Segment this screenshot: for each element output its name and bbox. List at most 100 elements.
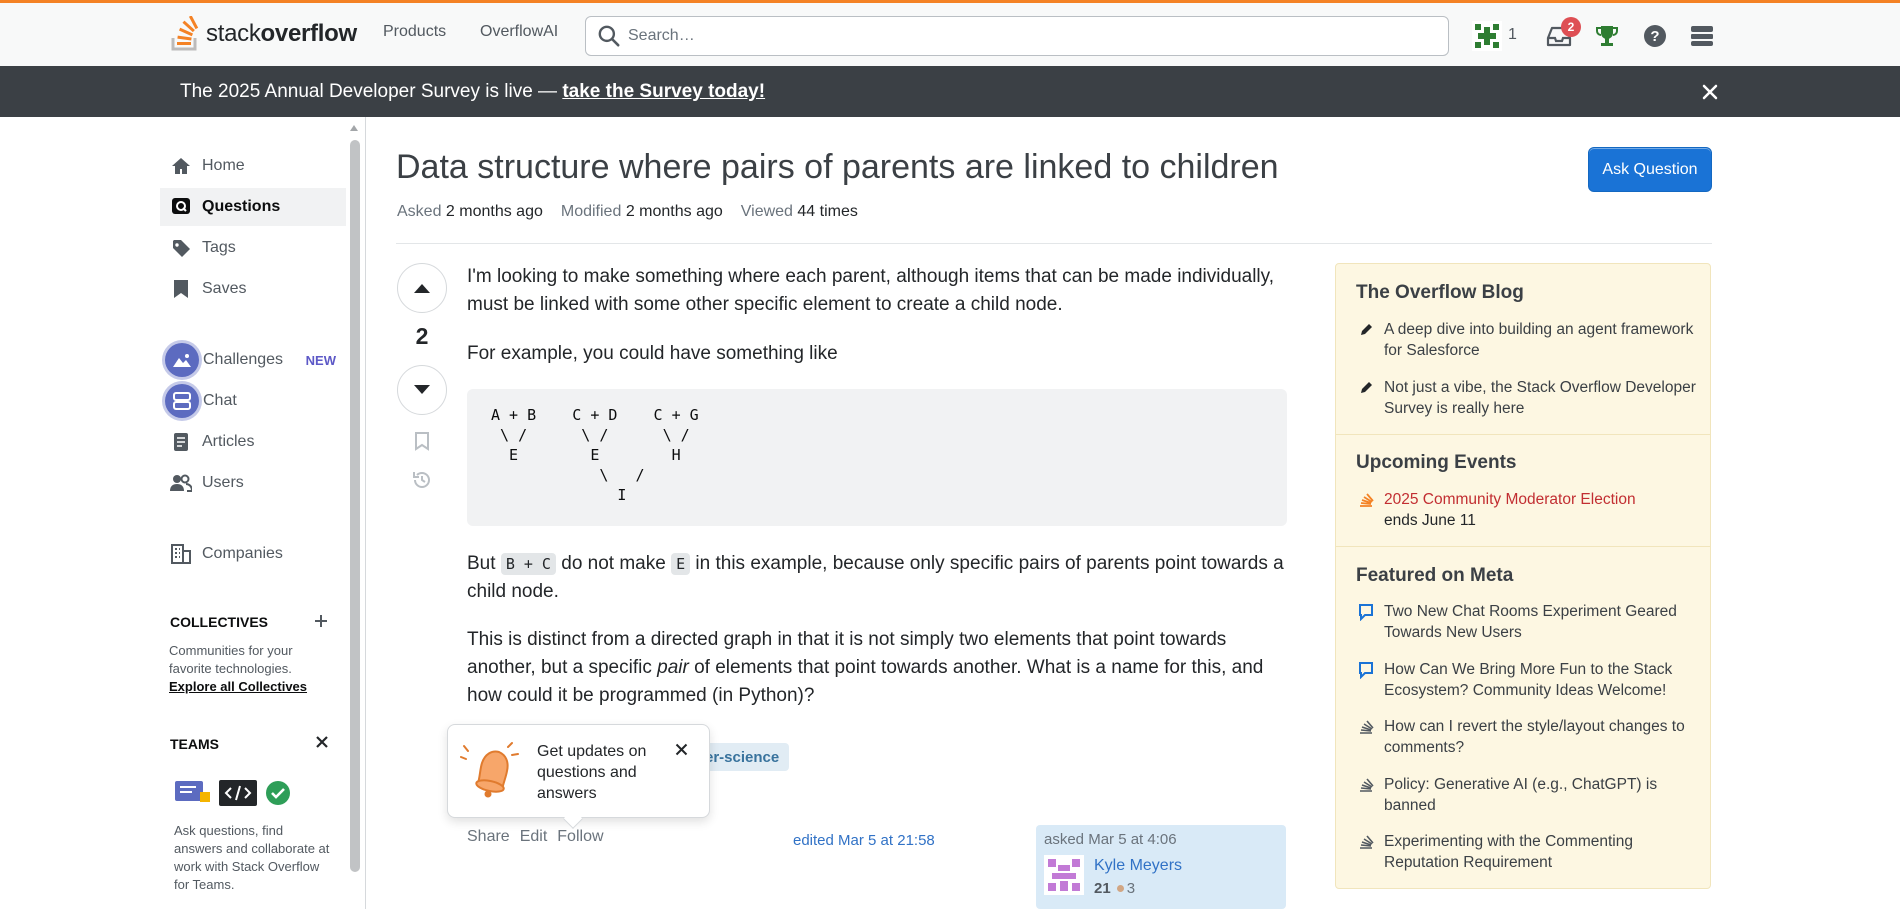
stack-logo-icon [1356, 490, 1376, 510]
downvote-button[interactable] [397, 365, 447, 415]
new-badge: NEW [305, 352, 336, 368]
upvote-button[interactable] [397, 263, 447, 313]
trophy-icon[interactable] [1592, 21, 1622, 51]
questions-icon [170, 196, 192, 218]
nav-articles[interactable]: Articles [160, 423, 346, 461]
meta-item-1-text: Two New Chat Rooms Experiment Geared Tow… [1384, 603, 1677, 641]
reputation-score: 21 [1094, 880, 1111, 897]
meta-item-4[interactable]: Policy: Generative AI (e.g., ChatGPT) is… [1356, 774, 1696, 816]
teams-description: Ask questions, find answers and collabor… [174, 823, 330, 892]
top-bar: stackoverflow Products OverflowAI 1 2 ? [0, 0, 1900, 66]
edited-link[interactable]: edited Mar 5 at 21:58 [793, 832, 935, 849]
meta-chat-icon [1356, 660, 1376, 680]
event-title[interactable]: 2025 Community Moderator Election [1384, 491, 1636, 508]
ask-question-button[interactable]: Ask Question [1588, 147, 1712, 192]
achievement-avatar-icon[interactable] [1472, 21, 1502, 51]
collectives-desc-text: Communities for your favorite technologi… [169, 643, 293, 676]
pencil-icon [1356, 378, 1376, 398]
reputation-count: 1 [1508, 26, 1517, 43]
viewed-value: 44 times [797, 203, 858, 220]
nav-home[interactable]: Home [160, 147, 346, 185]
banner-text: The 2025 Annual Developer Survey is live… [180, 81, 765, 103]
nav-challenges[interactable]: Challenges NEW [160, 341, 346, 379]
asked-value: 2 months ago [445, 203, 543, 220]
asked-label: Asked [397, 203, 442, 220]
nav-saves[interactable]: Saves [160, 270, 346, 308]
asker-name[interactable]: Kyle Meyers [1094, 857, 1182, 875]
modified-value: 2 months ago [625, 203, 723, 220]
edit-link[interactable]: Edit [520, 828, 548, 846]
upcoming-events-heading: Upcoming Events [1356, 452, 1517, 473]
nav-chat[interactable]: Chat [160, 382, 346, 420]
survey-banner: The 2025 Annual Developer Survey is live… [0, 66, 1900, 117]
question-paragraph-2: For example, you could have something li… [467, 343, 838, 364]
help-icon[interactable]: ? [1640, 21, 1670, 51]
post-actions: Share Edit Follow [467, 828, 604, 846]
products-link[interactable]: Products [383, 23, 446, 41]
modified-label: Modified [560, 203, 622, 220]
title-divider [396, 243, 1712, 244]
nav-tags-label: Tags [202, 239, 236, 256]
overflowai-link[interactable]: OverflowAI [480, 23, 558, 41]
bronze-badge-count: 3 [1126, 880, 1136, 897]
p4-emphasis: pair [657, 657, 689, 678]
history-icon[interactable] [411, 469, 433, 491]
meta-item-3-text: How can I revert the style/layout change… [1384, 718, 1685, 756]
explore-collectives-link[interactable]: Explore all Collectives [169, 679, 307, 694]
meta-item-5[interactable]: Experimenting with the Commenting Reputa… [1356, 831, 1696, 873]
sidebar-scroll-thumb[interactable] [350, 140, 360, 872]
nav-chat-label: Chat [203, 392, 237, 409]
banner-survey-link[interactable]: take the Survey today! [562, 81, 765, 102]
blog-item-2-text: Not just a vibe, the Stack Overflow Deve… [1384, 379, 1696, 417]
question-paragraph-3: But B + C do not make E in this example,… [467, 550, 1287, 606]
pencil-icon [1356, 320, 1376, 340]
overflow-blog-heading: The Overflow Blog [1356, 282, 1524, 303]
asker-reputation: 21 3 [1094, 880, 1135, 897]
nav-users[interactable]: Users [160, 464, 346, 502]
meta-item-3[interactable]: How can I revert the style/layout change… [1356, 716, 1696, 758]
teams-close-icon[interactable] [314, 734, 330, 750]
search-input[interactable] [628, 27, 1428, 45]
nav-questions[interactable]: Questions [160, 188, 346, 226]
nav-companies-label: Companies [202, 545, 283, 562]
asker-card: asked Mar 5 at 4:06 Kyle Meyers 21 3 [1036, 825, 1286, 909]
blog-item-1[interactable]: A deep dive into building an agent frame… [1356, 319, 1696, 361]
inline-code-b-plus-c: B + C [500, 553, 556, 575]
add-collective-icon[interactable] [313, 613, 329, 629]
inbox-badge: 2 [1561, 17, 1581, 37]
question-title[interactable]: Data structure where pairs of parents ar… [396, 148, 1279, 187]
popup-text: Get updates on questions and answers [537, 743, 647, 802]
meta-item-4-text: Policy: Generative AI (e.g., ChatGPT) is… [1384, 776, 1658, 814]
building-icon [170, 543, 192, 565]
site-switcher-icon[interactable] [1687, 21, 1717, 51]
meta-item-2[interactable]: How Can We Bring More Fun to the Stack E… [1356, 659, 1696, 701]
question-paragraph-1: I'm looking to make something where each… [467, 266, 1275, 315]
meta-item-1[interactable]: Two New Chat Rooms Experiment Geared Tow… [1356, 601, 1696, 643]
viewed-label: Viewed [740, 203, 793, 220]
collectives-heading: COLLECTIVES [170, 614, 269, 630]
events-divider [1336, 434, 1710, 435]
event-item[interactable]: 2025 Community Moderator Election ends J… [1356, 489, 1696, 531]
home-icon [170, 155, 192, 177]
share-link[interactable]: Share [467, 828, 510, 846]
follow-link[interactable]: Follow [557, 828, 603, 846]
stackoverflow-logo[interactable]: stackoverflow [170, 15, 357, 53]
checkmark-icon [266, 781, 290, 805]
nav-tags[interactable]: Tags [160, 229, 346, 267]
blog-item-2[interactable]: Not just a vibe, the Stack Overflow Deve… [1356, 377, 1696, 419]
banner-close-icon[interactable] [1697, 79, 1723, 105]
stack-meta-icon [1356, 717, 1376, 737]
nav-saves-label: Saves [202, 280, 247, 297]
popup-close-icon[interactable] [673, 741, 689, 757]
bookmark-icon [170, 278, 192, 300]
logo-word-bold: overflow [260, 20, 358, 47]
right-sidebar: The Overflow Blog A deep dive into build… [1335, 263, 1711, 889]
code-window-icon [219, 780, 257, 806]
search-box[interactable] [585, 16, 1449, 56]
avatar[interactable] [1044, 855, 1084, 895]
follow-updates-popup: Get updates on questions and answers [447, 724, 710, 829]
inline-code-e: E [671, 553, 691, 575]
nav-companies[interactable]: Companies [160, 535, 346, 573]
save-bookmark-icon[interactable] [411, 430, 433, 452]
tag-icon [170, 237, 192, 259]
